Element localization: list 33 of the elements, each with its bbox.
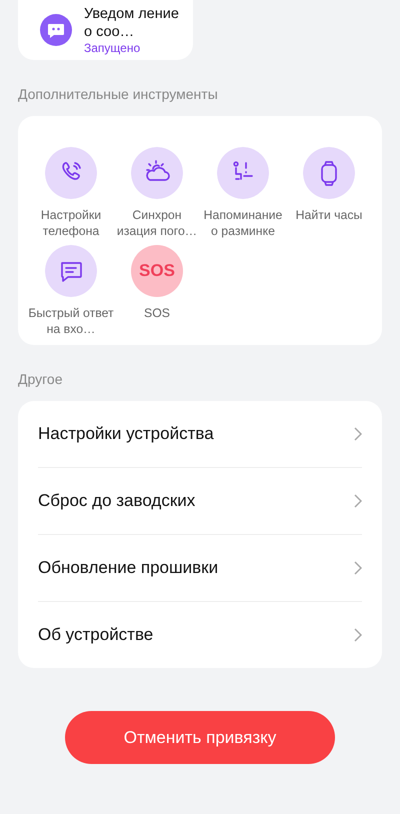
notification-card[interactable]: Уведом ление о соо… Запущено (18, 0, 193, 60)
settings-row[interactable]: Об устройстве (38, 602, 362, 668)
settings-row[interactable]: Сброс до заводских (38, 468, 362, 535)
section-title: Дополнительные инструменты (18, 86, 219, 102)
exercise-icon (217, 147, 269, 199)
tool-label: Синхрон изация пого… (116, 207, 198, 239)
tool-item[interactable]: Найти часы (286, 147, 372, 243)
chat-icon (40, 14, 72, 46)
chevron-icon (354, 494, 362, 508)
tool-label: SOS (143, 305, 171, 321)
phone-icon (45, 147, 97, 199)
message-icon (45, 245, 97, 297)
settings-row[interactable]: Настройки устройства (38, 401, 362, 468)
tool-item[interactable]: Настройки телефона (28, 147, 114, 243)
tool-label: Быстрый ответ на вхо… (28, 305, 114, 337)
tool-label: Настройки телефона (40, 207, 102, 239)
tool-item[interactable]: Быстрый ответ на вхо… (28, 245, 114, 341)
tool-item[interactable]: SOS SOS (114, 245, 200, 341)
unbind-button[interactable]: Отменить привязку (65, 711, 335, 764)
section-title: Другое (18, 371, 64, 387)
tool-item[interactable]: Напоминание о разминке (200, 147, 286, 243)
notification-title: Уведом ление о соо… (84, 4, 180, 40)
settings-row[interactable]: Обновление прошивки (38, 535, 362, 602)
tool-item[interactable]: Синхрон изация пого… (114, 147, 200, 243)
chevron-icon (354, 628, 362, 642)
tool-label: Найти часы (294, 207, 364, 223)
weather-icon (131, 147, 183, 199)
chevron-icon (354, 427, 362, 441)
sos-icon: SOS (131, 245, 183, 297)
tool-label: Напоминание о разминке (202, 207, 284, 239)
watch-icon (303, 147, 355, 199)
chevron-icon (354, 561, 362, 575)
notification-status: Запущено (84, 40, 142, 56)
